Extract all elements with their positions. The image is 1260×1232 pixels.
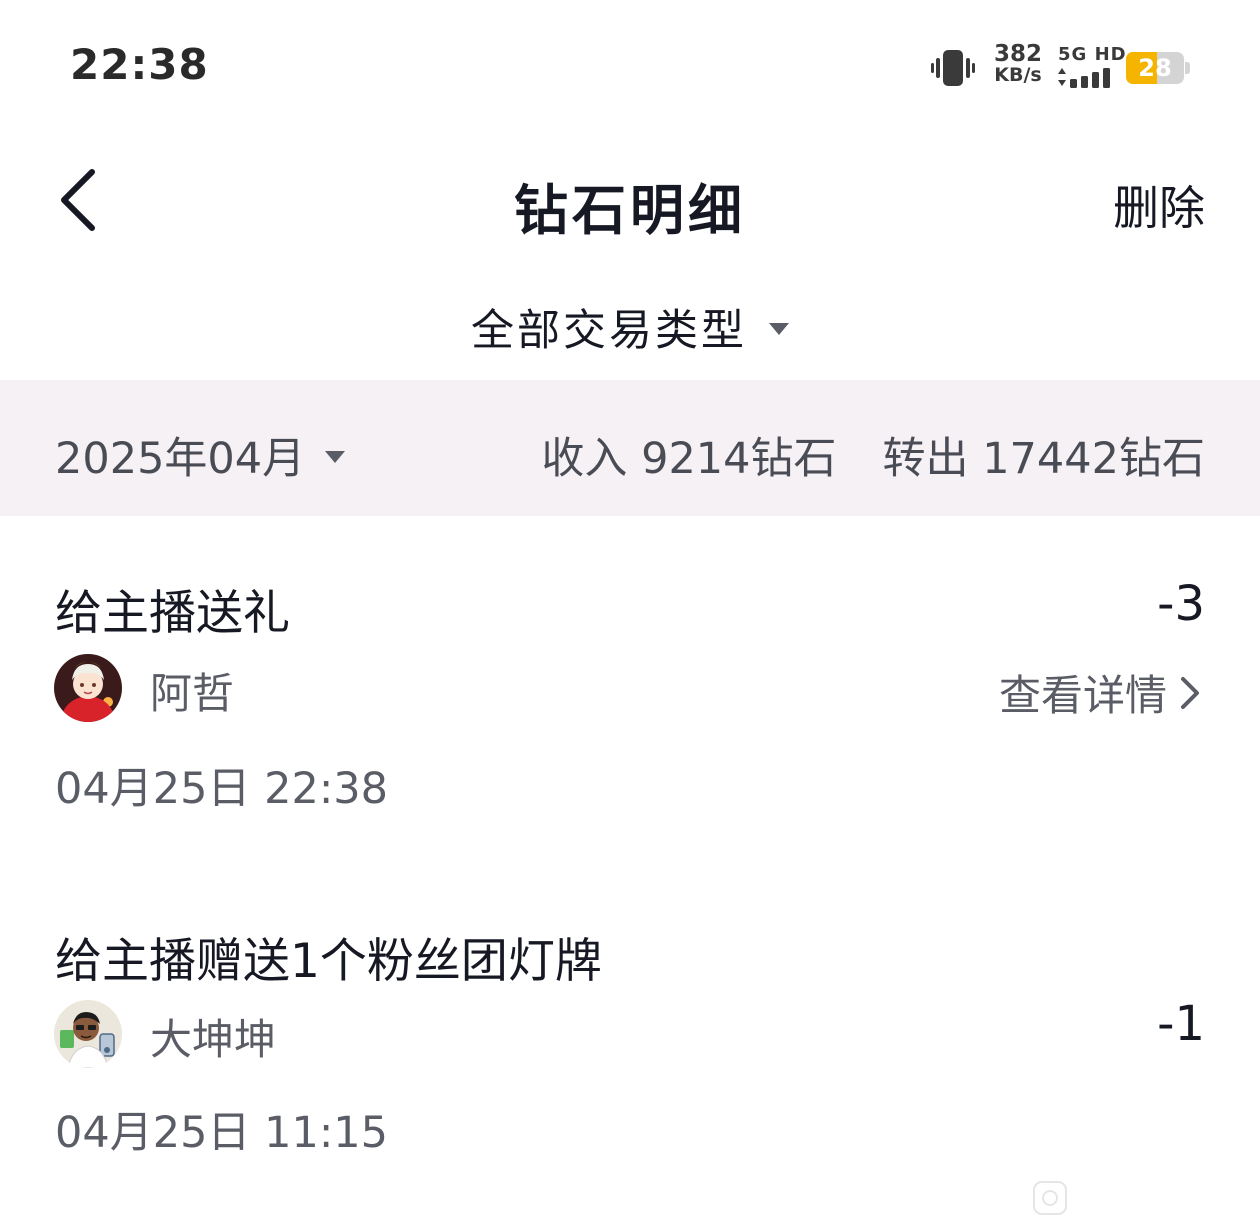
network-speed: 382 KB/s <box>990 41 1046 86</box>
record-amount: -3 <box>1157 576 1205 632</box>
vibrate-icon <box>931 50 975 86</box>
status-time: 22:38 <box>70 40 209 89</box>
view-details-link[interactable]: 查看详情 <box>999 662 1205 723</box>
month-selector[interactable]: 2025年04月 <box>55 424 346 486</box>
month-summary-bar: 2025年04月 收入 9214钻石 转出 17442钻石 <box>0 380 1260 516</box>
month-summary: 收入 9214钻石 转出 17442钻石 <box>541 424 1205 486</box>
status-bar: 22:38 382 KB/s 5G HD 28 <box>0 0 1260 130</box>
watermark-icon <box>1033 1181 1067 1215</box>
transaction-type-filter[interactable]: 全部交易类型 <box>0 296 1260 358</box>
caret-down-icon <box>325 451 346 463</box>
income-summary: 收入 9214钻石 <box>541 434 837 484</box>
avatar[interactable] <box>54 1000 122 1068</box>
outgo-summary: 转出 17442钻石 <box>882 434 1205 484</box>
network-speed-value: 382 <box>993 41 1042 67</box>
record-title: 给主播送礼 <box>55 586 290 641</box>
view-details-label: 查看详情 <box>998 671 1167 720</box>
network-speed-unit: KB/s <box>994 64 1042 86</box>
battery-cap <box>1185 62 1190 74</box>
user-name[interactable]: 大坤坤 <box>150 1006 276 1067</box>
month-label: 2025年04月 <box>55 434 306 484</box>
avatar[interactable] <box>54 654 122 722</box>
transaction-type-label: 全部交易类型 <box>471 306 747 356</box>
signal-icon <box>1058 68 1110 88</box>
record-time: 04月25日 11:15 <box>55 1108 389 1158</box>
battery-level: 28 <box>1138 54 1172 82</box>
network-type-label: 5G HD <box>1058 44 1127 65</box>
record-amount: -1 <box>1157 996 1205 1052</box>
user-name[interactable]: 阿哲 <box>150 660 234 721</box>
battery-icon: 28 <box>1126 52 1184 84</box>
chevron-right-icon <box>1181 676 1199 709</box>
page-title: 钻石明细 <box>514 179 746 242</box>
caret-down-icon <box>769 323 789 335</box>
delete-button[interactable]: 删除 <box>1113 172 1205 238</box>
record-time: 04月25日 22:38 <box>55 764 389 814</box>
record-title: 给主播赠送1个粉丝团灯牌 <box>55 934 602 989</box>
